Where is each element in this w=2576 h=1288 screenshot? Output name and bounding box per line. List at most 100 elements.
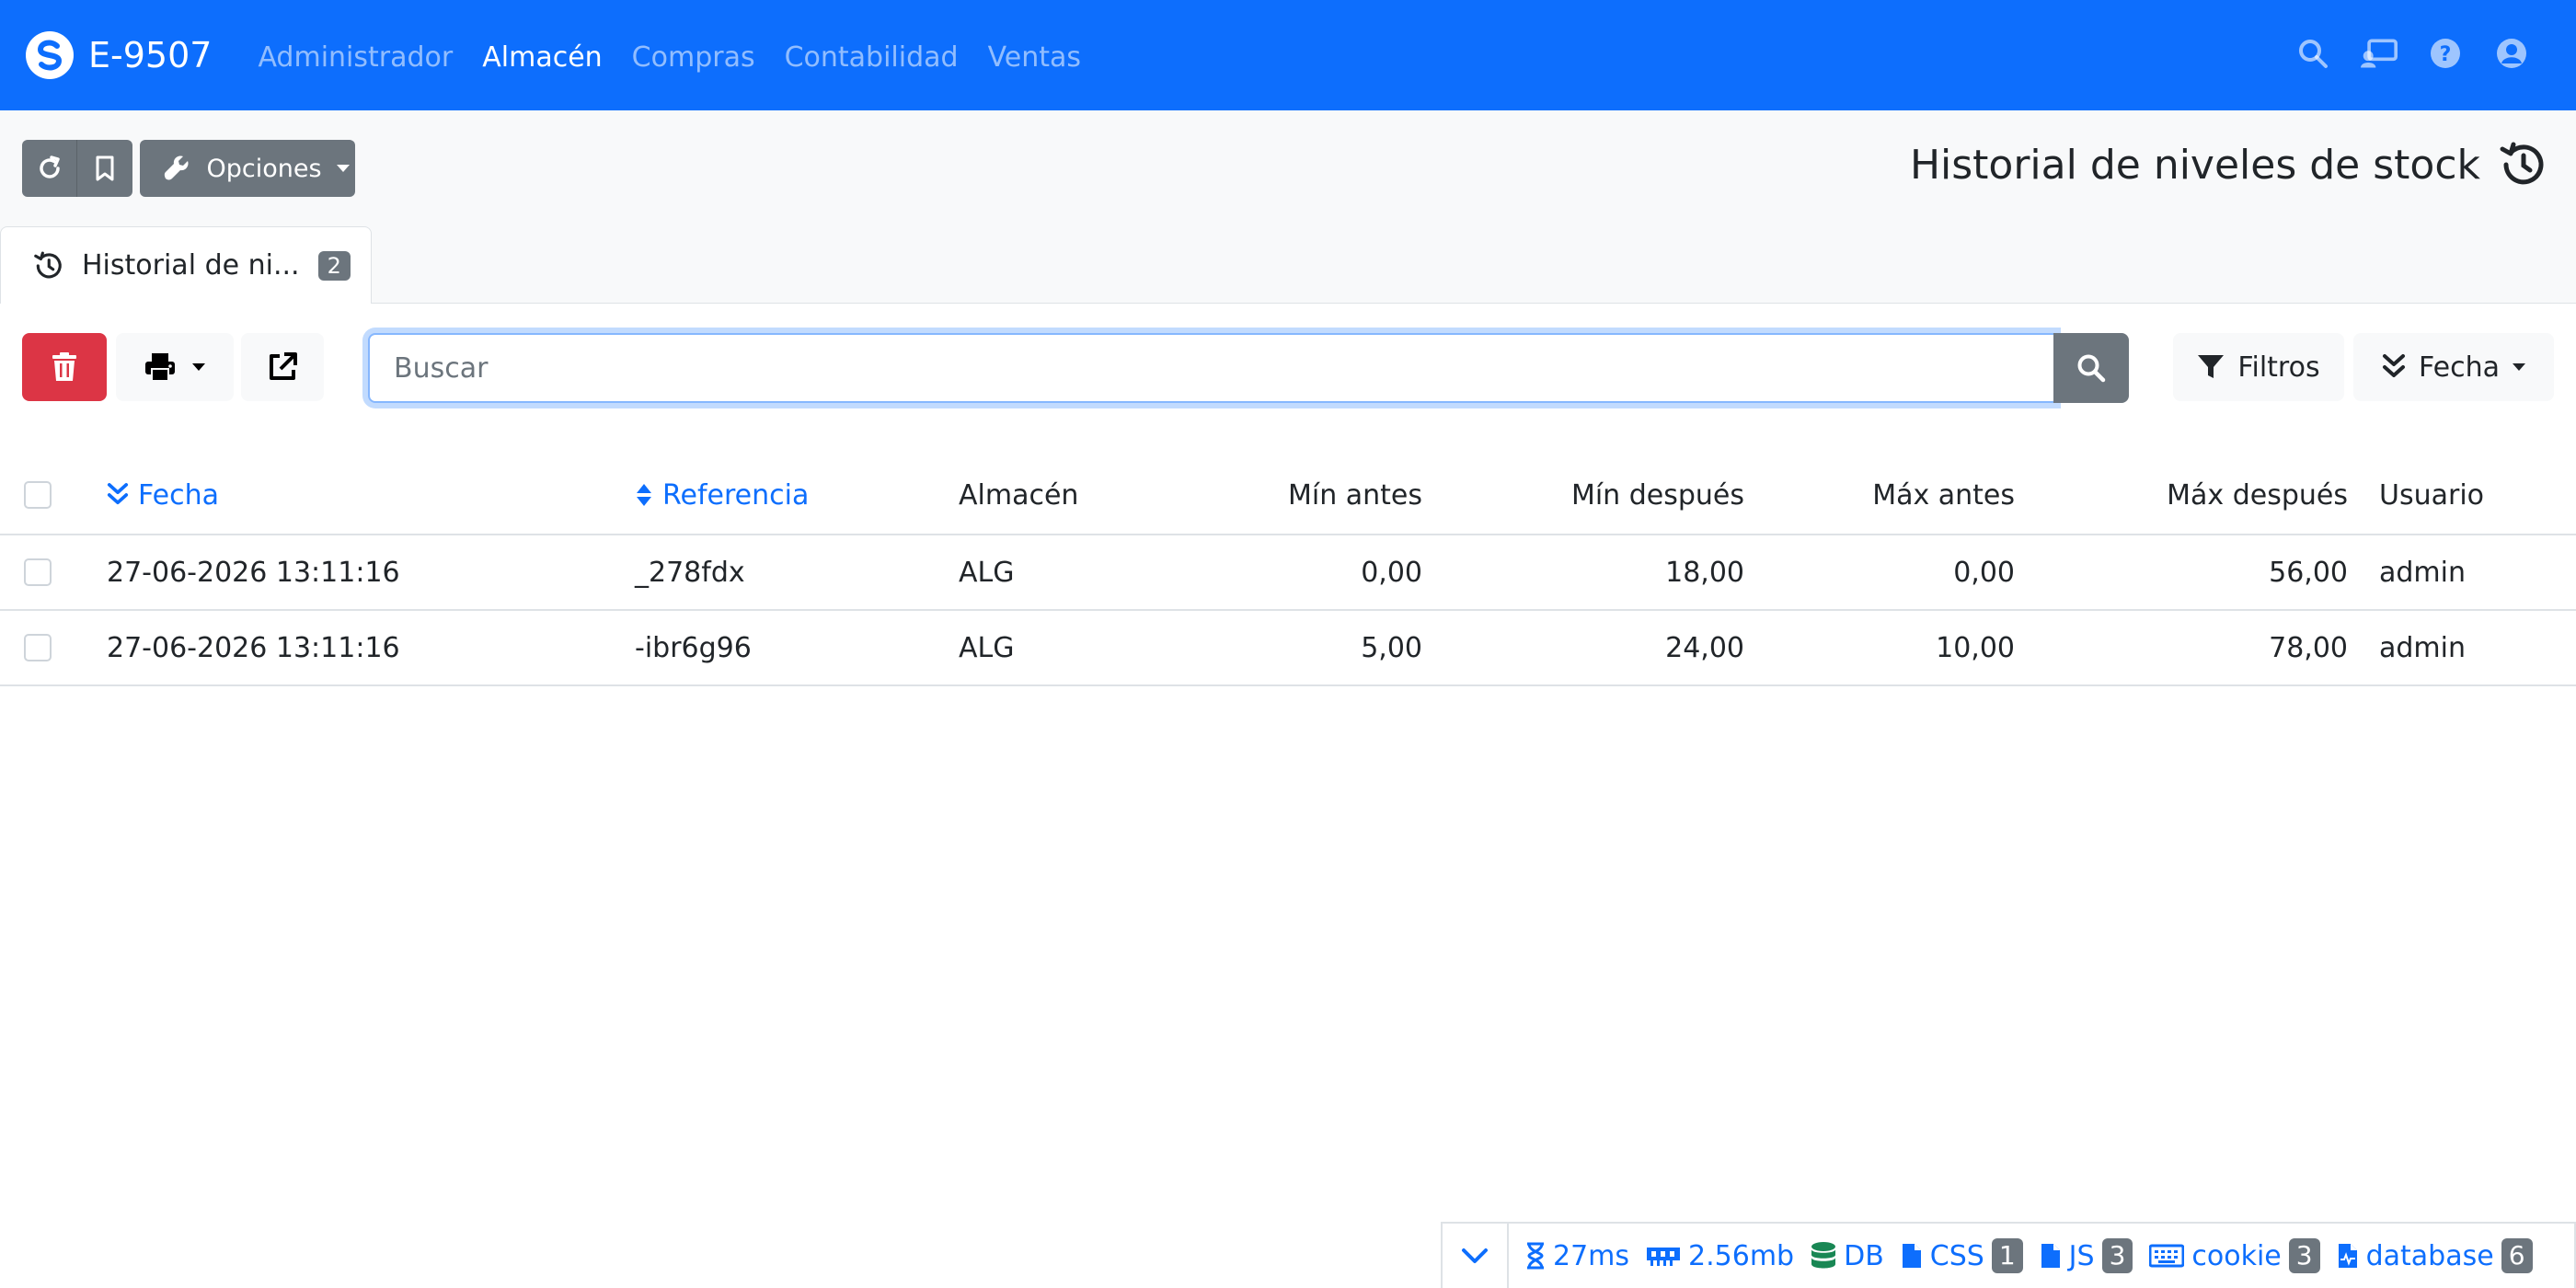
brand[interactable]: E-9507 bbox=[26, 31, 212, 79]
history-icon bbox=[2497, 140, 2547, 190]
filters-label: Filtros bbox=[2237, 351, 2320, 384]
tab-stock-history[interactable]: Historial de ni... 2 bbox=[0, 226, 372, 304]
keyboard-icon bbox=[2149, 1244, 2185, 1268]
row-checkbox[interactable] bbox=[24, 634, 52, 661]
user-icon[interactable] bbox=[2493, 35, 2530, 72]
menu-item-contabilidad[interactable]: Contabilidad bbox=[785, 38, 959, 74]
cell-referencia: _278fdx bbox=[635, 556, 745, 589]
search-icon bbox=[2077, 354, 2106, 383]
debug-css-label: CSS bbox=[1929, 1239, 1984, 1272]
cell-usuario: admin bbox=[2379, 556, 2466, 589]
column-header-min-despues: Mín después bbox=[1570, 478, 1744, 512]
sort-label: Fecha bbox=[2419, 351, 2500, 384]
debug-js-label: JS bbox=[2068, 1239, 2095, 1272]
cell-max-despues: 78,00 bbox=[2269, 631, 2348, 664]
open-external-button[interactable] bbox=[241, 333, 324, 401]
cell-almacen: ALG bbox=[959, 556, 1015, 589]
cell-max-despues: 56,00 bbox=[2269, 556, 2348, 589]
hourglass-icon bbox=[1527, 1242, 1544, 1270]
menu-item-ventas[interactable]: Ventas bbox=[988, 38, 1081, 74]
select-all-cell bbox=[24, 456, 52, 534]
cell-min-antes: 0,00 bbox=[1361, 556, 1422, 589]
search-input[interactable] bbox=[368, 333, 2055, 403]
top-navbar: E-9507 Administrador Almacén Compras Con… bbox=[0, 0, 2576, 110]
external-link-icon bbox=[270, 352, 297, 380]
cell-max-antes: 10,00 bbox=[1936, 631, 2015, 664]
column-header-min-antes: Mín antes bbox=[1287, 478, 1422, 512]
debug-database-count: 6 bbox=[2501, 1238, 2533, 1273]
options-dropdown-button[interactable]: Opciones bbox=[140, 140, 355, 197]
delete-button[interactable] bbox=[22, 333, 107, 401]
caret-down-icon bbox=[336, 165, 350, 172]
memory-icon bbox=[1647, 1248, 1681, 1266]
column-label: Fecha bbox=[138, 478, 219, 512]
sort-dropdown-button[interactable]: Fecha bbox=[2353, 333, 2554, 401]
debug-memory[interactable]: 2.56mb bbox=[1646, 1240, 1794, 1272]
brand-name: E-9507 bbox=[88, 35, 213, 75]
brand-logo-icon bbox=[26, 31, 74, 79]
table-header-row: Fecha Referencia Almacén Mín antes Mín d… bbox=[0, 456, 2576, 535]
debug-css-count: 1 bbox=[1991, 1238, 2023, 1273]
debug-bar: 27ms 2.56mb DB CSS 1 JS 3 cookie 3 datab… bbox=[1441, 1222, 2576, 1288]
debug-cookie-count: 3 bbox=[2288, 1238, 2320, 1273]
page-title: Historial de niveles de stock bbox=[1909, 142, 2480, 189]
debug-database[interactable]: database 6 bbox=[2337, 1238, 2533, 1273]
debug-db-label: DB bbox=[1844, 1239, 1884, 1272]
file-icon bbox=[1902, 1244, 1921, 1268]
stock-history-table: Fecha Referencia Almacén Mín antes Mín d… bbox=[0, 456, 2576, 686]
search-group bbox=[368, 333, 2055, 403]
bookmark-button[interactable] bbox=[77, 140, 132, 197]
column-header-referencia[interactable]: Referencia bbox=[635, 456, 809, 534]
chevron-down-icon bbox=[1462, 1248, 1488, 1263]
options-label: Opciones bbox=[206, 154, 322, 183]
table-row[interactable]: 27-06-2026 13:11:16 -ibr6g96 ALG 5,00 24… bbox=[0, 611, 2576, 686]
debug-cookie-label: cookie bbox=[2191, 1239, 2282, 1272]
navbar-right: ? bbox=[2294, 35, 2530, 72]
search-icon[interactable] bbox=[2294, 35, 2331, 72]
sort-desc-icon bbox=[107, 483, 129, 505]
trash-icon bbox=[52, 352, 76, 381]
debug-db[interactable]: DB bbox=[1811, 1240, 1884, 1272]
menu-item-administrador[interactable]: Administrador bbox=[258, 38, 453, 74]
tab-label: Historial de ni... bbox=[82, 249, 300, 282]
debug-css[interactable]: CSS 1 bbox=[1901, 1238, 2023, 1273]
cell-min-antes: 5,00 bbox=[1361, 631, 1422, 664]
filters-button[interactable]: Filtros bbox=[2173, 333, 2344, 401]
debug-js[interactable]: JS 3 bbox=[2040, 1238, 2133, 1273]
menu-item-compras[interactable]: Compras bbox=[632, 38, 755, 74]
file-icon bbox=[2041, 1244, 2060, 1268]
debug-time[interactable]: 27ms bbox=[1525, 1240, 1629, 1272]
cell-fecha: 27-06-2026 13:11:16 bbox=[107, 631, 400, 664]
page-actions-group bbox=[22, 140, 132, 197]
menu-item-almacen[interactable]: Almacén bbox=[482, 38, 602, 74]
select-all-checkbox[interactable] bbox=[24, 481, 52, 509]
debug-js-count: 3 bbox=[2101, 1238, 2133, 1273]
cell-max-antes: 0,00 bbox=[1953, 556, 2015, 589]
debug-database-label: database bbox=[2365, 1239, 2494, 1272]
column-header-almacen: Almacén bbox=[959, 478, 1079, 512]
cell-almacen: ALG bbox=[959, 631, 1015, 664]
debug-time-label: 27ms bbox=[1553, 1239, 1630, 1272]
table-row[interactable]: 27-06-2026 13:11:16 _278fdx ALG 0,00 18,… bbox=[0, 535, 2576, 611]
debug-toggle-button[interactable] bbox=[1443, 1223, 1509, 1288]
search-button[interactable] bbox=[2053, 333, 2129, 403]
row-checkbox[interactable] bbox=[24, 558, 52, 586]
debug-cookie[interactable]: cookie 3 bbox=[2149, 1238, 2320, 1273]
wrench-icon bbox=[165, 155, 189, 180]
main-menu: Administrador Almacén Compras Contabilid… bbox=[258, 38, 1110, 74]
printer-icon bbox=[145, 353, 175, 382]
cast-icon[interactable] bbox=[2361, 35, 2398, 72]
reload-button[interactable] bbox=[22, 140, 77, 197]
cell-referencia: -ibr6g96 bbox=[635, 631, 752, 664]
help-icon[interactable]: ? bbox=[2427, 35, 2464, 72]
caret-down-icon bbox=[192, 363, 205, 371]
column-header-fecha[interactable]: Fecha bbox=[107, 456, 219, 534]
column-label: Referencia bbox=[662, 478, 810, 512]
cell-min-despues: 18,00 bbox=[1665, 556, 1744, 589]
print-dropdown-button[interactable] bbox=[116, 333, 234, 401]
caret-down-icon bbox=[2512, 363, 2525, 371]
row-select-cell bbox=[24, 611, 52, 684]
history-icon bbox=[34, 251, 62, 278]
debug-memory-label: 2.56mb bbox=[1688, 1239, 1795, 1272]
row-select-cell bbox=[24, 535, 52, 609]
